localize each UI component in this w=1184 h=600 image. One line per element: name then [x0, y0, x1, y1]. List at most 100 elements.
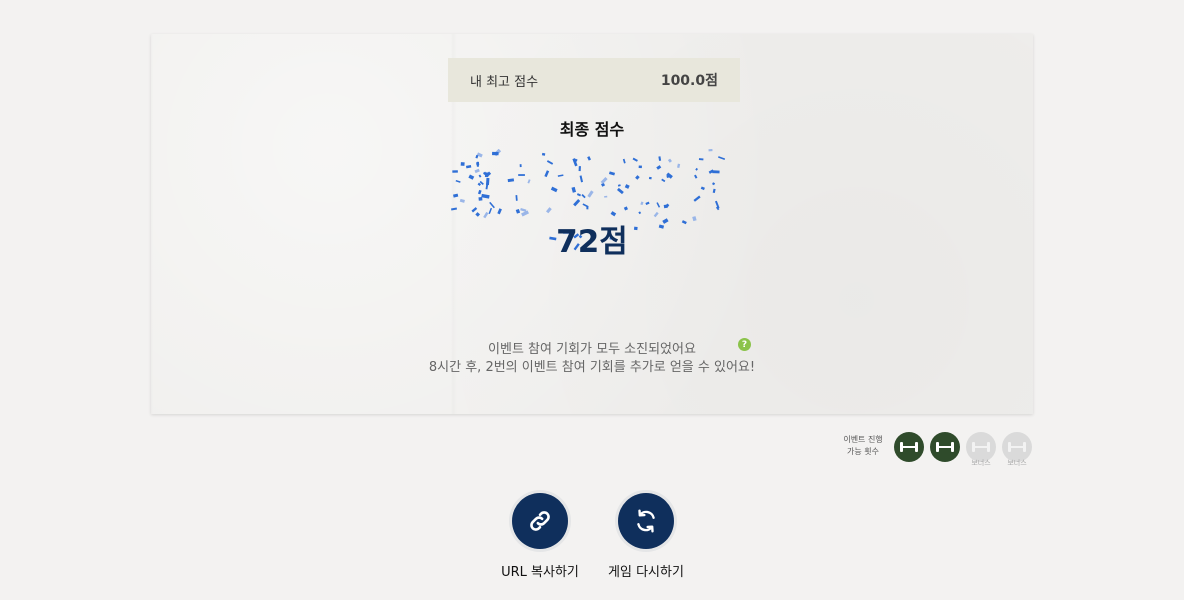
- confetti-piece: [460, 162, 465, 166]
- confetti-piece: [638, 211, 642, 215]
- confetti-piece: [663, 204, 668, 209]
- chances-label: 이벤트 진행 가능 횟수: [840, 434, 886, 458]
- confetti-piece: [656, 165, 662, 170]
- confetti-piece: [587, 156, 591, 161]
- confetti-piece: [587, 190, 594, 198]
- confetti-piece: [616, 187, 624, 195]
- link-icon: [530, 511, 550, 531]
- confetti-piece: [600, 176, 608, 185]
- confetti-piece: [453, 193, 459, 198]
- confetti-piece: [573, 199, 581, 207]
- confetti-piece: [518, 174, 525, 176]
- confetti-piece: [617, 184, 621, 187]
- confetti-piece: [576, 193, 581, 197]
- confetti-piece: [712, 170, 720, 174]
- confetti-piece: [515, 195, 518, 201]
- best-score-value: 100.0점: [660, 73, 718, 89]
- confetti-piece: [476, 162, 480, 166]
- final-score-value: 72점: [556, 224, 628, 260]
- confetti-piece: [515, 208, 521, 214]
- replay-button[interactable]: 게임 다시하기: [596, 493, 696, 580]
- confetti-piece: [484, 172, 489, 178]
- confetti-piece: [488, 207, 493, 215]
- best-score-label: 내 최고 점수: [470, 74, 539, 90]
- recharge-message: 8시간 후, 2번의 이벤트 참여 기회를 추가로 얻을 수 있어요!: [428, 360, 756, 375]
- confetti-piece: [623, 206, 628, 211]
- confetti-piece: [581, 193, 586, 199]
- confetti-piece: [507, 178, 515, 183]
- confetti-piece: [712, 188, 716, 194]
- confetti-piece: [477, 182, 482, 186]
- result-card: 내 최고 점수 100.0점 최종 점수 72점 이벤트 참여 기회가 모두 소…: [151, 34, 1033, 414]
- confetti-piece: [546, 207, 552, 214]
- confetti-piece: [497, 208, 502, 215]
- confetti-piece: [459, 198, 465, 203]
- confetti-piece: [557, 174, 564, 177]
- confetti-piece: [546, 160, 554, 165]
- confetti-piece: [478, 174, 482, 178]
- confetti-piece: [468, 174, 475, 180]
- confetti-piece: [550, 186, 558, 193]
- confetti-piece: [667, 158, 672, 163]
- confetti-piece: [465, 164, 472, 169]
- confetti-piece: [608, 171, 616, 176]
- confetti-piece: [471, 207, 478, 213]
- copy-url-button[interactable]: URL 복사하기: [490, 493, 590, 580]
- replay-circle[interactable]: [618, 493, 674, 549]
- copy-url-circle[interactable]: [512, 493, 568, 549]
- dumbbell-icon: [1008, 442, 1026, 452]
- confetti-piece: [677, 163, 681, 169]
- confetti-piece: [645, 201, 650, 206]
- best-score-box: 내 최고 점수 100.0점: [448, 58, 740, 102]
- exhausted-message: 이벤트 참여 기회가 모두 소진되었어요: [488, 342, 696, 357]
- copy-url-label: URL 복사하기: [501, 565, 579, 580]
- confetti-piece: [656, 202, 661, 208]
- refresh-icon: [637, 509, 655, 533]
- dumbbell-icon: [900, 442, 918, 452]
- dumbbell-icon: [972, 442, 990, 452]
- confetti-piece: [648, 176, 652, 180]
- confetti-piece: [541, 152, 546, 156]
- confetti-piece: [712, 182, 716, 186]
- confetti-piece: [544, 170, 550, 178]
- confetti-piece: [624, 184, 630, 189]
- confetti-piece: [451, 207, 458, 211]
- confetti-piece: [527, 179, 531, 184]
- confetti-piece: [520, 208, 527, 212]
- bonus-label: 보너스: [971, 459, 991, 467]
- confetti-piece: [485, 177, 490, 186]
- confetti-piece: [489, 201, 495, 209]
- confetti-piece: [478, 196, 483, 201]
- confetti-piece: [698, 158, 704, 161]
- confetti-piece: [579, 175, 584, 183]
- confetti-piece: [661, 178, 666, 183]
- confetti-piece: [635, 175, 640, 180]
- confetti-piece: [632, 157, 638, 162]
- confetti-piece: [571, 186, 577, 193]
- confetti-piece: [475, 154, 479, 159]
- confetti-piece: [474, 168, 480, 174]
- confetti-piece: [455, 179, 461, 183]
- confetti-piece: [519, 164, 522, 168]
- question-icon[interactable]: ?: [738, 338, 751, 351]
- confetti-piece: [452, 170, 458, 173]
- confetti-piece: [640, 201, 644, 206]
- confetti-piece: [695, 167, 698, 171]
- confetti-piece: [708, 149, 713, 152]
- confetti-piece: [604, 195, 608, 198]
- dumbbell-icon: [936, 442, 954, 452]
- confetti-piece: [477, 189, 482, 195]
- chances-label-line1: 이벤트 진행: [843, 435, 883, 444]
- replay-label: 게임 다시하기: [608, 565, 684, 580]
- confetti-piece: [578, 166, 581, 172]
- chance-chip-used: [894, 432, 924, 462]
- confetti-piece: [718, 156, 726, 161]
- final-score-title: 최종 점수: [559, 120, 625, 139]
- confetti-piece: [582, 203, 589, 208]
- chance-chip-used: [930, 432, 960, 462]
- confetti-piece: [658, 156, 662, 161]
- bonus-label: 보너스: [1007, 459, 1027, 467]
- confetti-piece: [622, 158, 626, 164]
- event-chances: 이벤트 진행 가능 횟수 보너스 보너스: [840, 430, 1035, 470]
- confetti-piece: [700, 186, 705, 191]
